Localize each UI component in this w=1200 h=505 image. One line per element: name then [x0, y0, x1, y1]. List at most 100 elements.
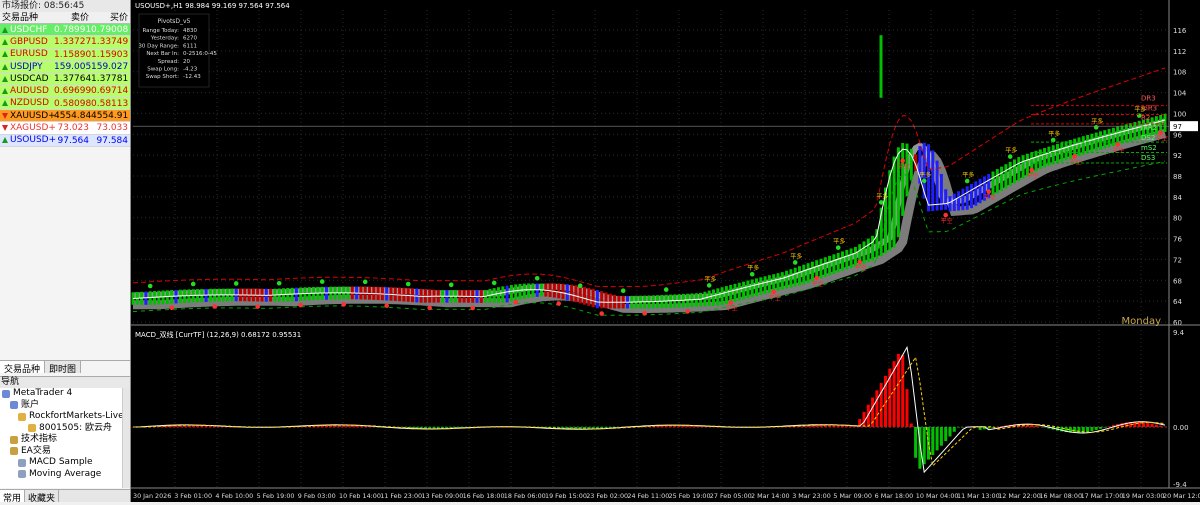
navigator-item-label: RockfortMarkets-Live	[29, 411, 124, 421]
price-chart[interactable]: 11611210810410096928884807672686460平多平空平…	[131, 0, 1200, 502]
buy-signal-icon	[233, 281, 239, 286]
macd-histogram-bar	[914, 427, 918, 458]
tab-symbols[interactable]: 交易品种	[0, 361, 46, 375]
ask-price: 0.69714	[91, 86, 129, 97]
quote-row[interactable]: USOUSD+ 97.564 97.584	[0, 134, 130, 147]
cloud-bar	[570, 284, 574, 302]
cloud-bar	[970, 183, 973, 209]
macd-histogram-bar	[1146, 422, 1150, 427]
quote-row[interactable]: USDCHF 0.78991 0.79008	[0, 24, 130, 37]
cloud-bar	[866, 238, 870, 263]
quote-row[interactable]: AUDUSD 0.69699 0.69714	[0, 85, 130, 98]
navigator-item[interactable]: 技术指标	[0, 434, 130, 446]
macd-histogram-bar	[875, 390, 879, 427]
tab-common[interactable]: 常用	[0, 490, 26, 502]
buy-signal-icon	[534, 275, 540, 281]
sell-signal-icon	[642, 311, 647, 316]
cloud-bar	[600, 291, 604, 309]
macd-line	[133, 345, 1166, 474]
navigator-item[interactable]: RockfortMarkets-Live	[0, 411, 130, 423]
quote-row[interactable]: USDJPY 159.005 159.027	[0, 60, 130, 74]
navigator-item[interactable]: 8001505: 欧云舟	[0, 423, 130, 435]
navigator-item[interactable]: Moving Average	[0, 469, 130, 481]
cloud-bar	[767, 275, 771, 293]
cloud-bar	[793, 267, 797, 287]
macd-histogram-bar	[845, 425, 849, 427]
cloud-bar	[952, 193, 956, 211]
macd-histogram-bar	[1030, 424, 1034, 427]
cloud-bar	[823, 257, 827, 277]
macd-histogram-bar	[995, 426, 999, 428]
quote-row[interactable]: EURUSD 1.15890 1.15903	[0, 48, 130, 61]
pivot-level-label: R2	[1141, 114, 1150, 122]
current-price-label: 97	[1173, 123, 1182, 131]
signal-label: 平空	[1070, 158, 1082, 166]
buy-signal-icon	[835, 245, 841, 250]
navigator-scrollbar[interactable]	[122, 388, 130, 488]
quote-row[interactable]: XAUUSD+ 4554.84 4554.91	[0, 110, 130, 123]
time-axis-label: 27 Feb 05:00	[710, 492, 752, 500]
navigator-item[interactable]: MetaTrader 4	[0, 388, 130, 400]
signal-label: 平多	[790, 252, 802, 260]
cloud-bar	[712, 289, 715, 306]
cloud-bar	[613, 294, 617, 309]
signal-label: 平空	[984, 194, 996, 202]
navigator-item[interactable]: MACD Sample	[0, 457, 130, 469]
folder-icon	[18, 470, 26, 479]
cloud-bar	[1056, 143, 1059, 164]
cloud-bar	[896, 147, 900, 238]
cloud-bar	[948, 196, 952, 212]
chart-area[interactable]: 116 112 108 104 100 96 92 88 84 80 76 72 68 64 60 平多 平空平…	[131, 0, 1200, 502]
time-axis-label: 13 Feb 09:00	[421, 492, 463, 500]
price-axis-label: 80	[1173, 215, 1182, 223]
watermark-text: Monday	[1122, 316, 1162, 327]
pivot-box-key: 30 Day Range:	[138, 43, 179, 49]
col-ask[interactable]: 买价	[91, 12, 130, 23]
navigator-item[interactable]: EA交易	[0, 446, 130, 458]
left-panel: 市场报价: 08:56:45 交易品种 卖价 买价 USDCHF 0.78991 0…	[0, 0, 131, 502]
ask-price: 0.79008	[91, 25, 129, 35]
quote-row[interactable]: NZDUSD 0.58098 0.58113	[0, 97, 130, 111]
cloud-bar	[398, 287, 402, 302]
sell-signal-icon	[986, 189, 991, 194]
buy-signal-icon	[190, 281, 196, 287]
cloud-bar	[853, 246, 857, 267]
ask-price: 97.584	[96, 135, 129, 146]
buy-signal-icon	[1007, 154, 1013, 159]
quote-row[interactable]: XAGUSD+ 73.023 73.033	[0, 122, 130, 135]
tab-favorites[interactable]: 收藏夹	[25, 490, 60, 502]
pivot-box-value: 0-2516:0-45	[183, 51, 217, 57]
macd-histogram-bar	[935, 427, 939, 451]
arrow-up-icon	[2, 38, 8, 45]
folder-icon	[10, 401, 18, 410]
signal-label: 平多	[919, 171, 931, 179]
quote-symbol: USDJPY	[0, 61, 54, 72]
macd-histogram-bar	[1163, 426, 1167, 428]
macd-histogram-bar	[1154, 424, 1158, 427]
navigator-item[interactable]: 账户	[0, 400, 130, 412]
sell-signal-icon	[298, 302, 303, 308]
macd-signal-line	[133, 355, 1166, 467]
quote-row[interactable]: GBPUSD 1.33727 1.33749	[0, 36, 130, 49]
cloud-bar	[1064, 141, 1068, 161]
macd-header: MACD_双线 [CurrTF] (12,26,9) 0.68172 0.955…	[135, 330, 301, 339]
signal-label: 平空	[1113, 146, 1125, 154]
col-bid[interactable]: 卖价	[54, 12, 91, 23]
pivot-box-value: -4.23	[183, 67, 198, 73]
cloud-bar	[514, 284, 518, 301]
price-axis-label: 68	[1173, 277, 1182, 285]
pivot-level-label: mR3	[1141, 104, 1157, 112]
macd-histogram-bar	[1043, 427, 1047, 428]
ask-price: 4554.91	[91, 111, 129, 122]
tab-tick-chart[interactable]: 即时图	[45, 361, 82, 375]
cloud-bar	[802, 264, 806, 285]
col-symbol[interactable]: 交易品种	[0, 12, 54, 23]
macd-histogram-bar	[1107, 426, 1111, 427]
macd-histogram-bar	[922, 427, 926, 465]
quote-row[interactable]: USDCAD 1.37764 1.37781	[0, 73, 130, 86]
signal-label: 平多	[747, 264, 759, 272]
macd-histogram-bar	[355, 425, 359, 427]
signal-label: 平空	[812, 280, 824, 288]
macd-histogram-bar	[604, 427, 608, 429]
cloud-bar	[901, 142, 905, 216]
